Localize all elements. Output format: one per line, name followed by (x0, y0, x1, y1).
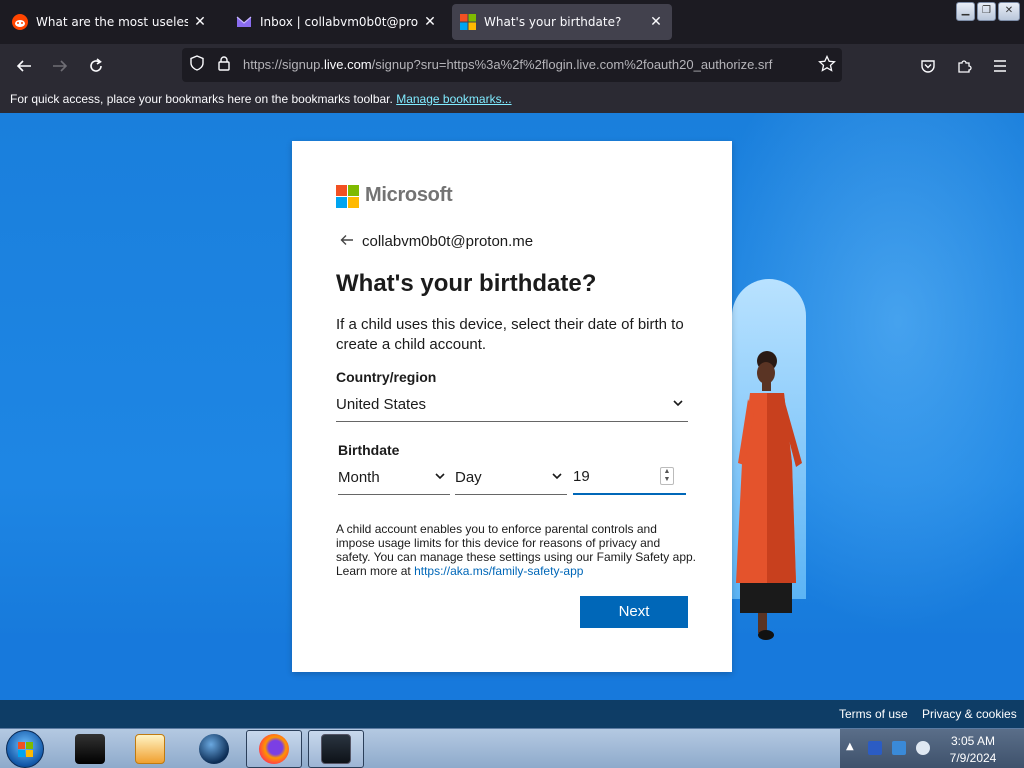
tab-title: What are the most useless / fun (36, 15, 188, 29)
bookmarks-toolbar: For quick access, place your bookmarks h… (0, 86, 1024, 113)
illustration-person (722, 343, 822, 643)
year-value: 19 (573, 468, 590, 485)
puzzle-icon (958, 60, 972, 73)
tray-volume-icon[interactable] (916, 741, 930, 755)
hamburger-menu-icon (994, 60, 1006, 72)
tab-proton-inbox[interactable]: Inbox | collabvm0b0t@proton.me ✕ (228, 4, 446, 40)
reload-icon (90, 58, 102, 72)
url-path: /signup?sru=https%3a%2f%2flogin.live.com… (371, 57, 773, 72)
navigation-toolbar: https://signup.live.com/signup?sru=https… (0, 44, 1024, 86)
close-tab-icon[interactable]: ✕ (422, 14, 438, 30)
url-domain: live.com (323, 57, 372, 72)
page-footer: Terms of use Privacy & cookies (0, 700, 1024, 728)
lock-icon[interactable] (215, 55, 233, 73)
country-label: Country/region (336, 369, 437, 385)
page-title: What's your birthdate? (336, 270, 597, 297)
proton-mail-icon (236, 14, 252, 30)
back-arrow-icon[interactable] (340, 233, 354, 250)
country-value: United States (336, 396, 427, 413)
privacy-cookies-link[interactable]: Privacy & cookies (922, 707, 1017, 721)
signup-page: Microsoft collabvm0b0t@proton.me What's … (0, 113, 1024, 728)
clock-time[interactable]: 3:05 AM (943, 734, 1003, 748)
brand-name: Microsoft (365, 184, 453, 206)
month-value: Month (338, 469, 380, 486)
globe-icon (199, 734, 229, 764)
bookmark-star-icon[interactable] (818, 54, 836, 73)
family-safety-link[interactable]: https://aka.ms/family-safety-app (414, 564, 583, 578)
tray-shield-icon[interactable] (868, 741, 882, 755)
chevron-down-icon (551, 470, 563, 485)
firefox-icon (259, 734, 289, 764)
taskbar-app-media-player[interactable] (122, 730, 178, 768)
microsoft-icon (460, 14, 476, 30)
tray-network-icon[interactable] (892, 741, 906, 755)
window-app-icon (321, 734, 351, 764)
close-tab-icon[interactable]: ✕ (648, 14, 664, 30)
month-select[interactable]: Month (338, 466, 450, 495)
tab-birthdate[interactable]: What's your birthdate? ✕ (452, 4, 672, 40)
forward-arrow-icon (53, 60, 68, 72)
minimize-button[interactable]: ▁ (956, 2, 975, 21)
clock-date[interactable]: 7/9/2024 (943, 751, 1003, 765)
tab-reddit[interactable]: What are the most useless / fun ✕ (4, 4, 216, 40)
system-tray: ▲ 3:05 AM 7/9/2024 (840, 729, 1024, 768)
back-arrow-icon (16, 60, 31, 72)
restore-button[interactable]: ❐ (977, 2, 996, 21)
pocket-icon (921, 60, 935, 73)
back-identity-row[interactable]: collabvm0b0t@proton.me (340, 233, 533, 250)
taskbar-app-terminal[interactable] (62, 730, 118, 768)
microsoft-logo-icon (336, 185, 359, 208)
country-select[interactable]: United States (336, 393, 688, 422)
media-player-icon (135, 734, 165, 764)
manage-bookmarks-link[interactable]: Manage bookmarks... (396, 92, 511, 106)
tab-bar: What are the most useless / fun ✕ Inbox … (0, 0, 1024, 44)
day-value: Day (455, 469, 482, 486)
day-select[interactable]: Day (455, 466, 567, 495)
forward-button[interactable] (46, 52, 74, 80)
start-button[interactable] (6, 730, 44, 768)
birthdate-label: Birthdate (338, 442, 400, 458)
tab-title: What's your birthdate? (484, 15, 622, 29)
tray-expand-icon[interactable]: ▲ (846, 741, 854, 752)
window-controls: ▁ ❐ ✕ (956, 2, 1020, 21)
taskbar-app-firefox[interactable] (246, 730, 302, 768)
terms-of-use-link[interactable]: Terms of use (839, 707, 908, 721)
menu-button[interactable] (986, 52, 1014, 80)
close-window-button[interactable]: ✕ (998, 2, 1020, 21)
year-spinner[interactable]: ▲ ▼ (660, 467, 674, 485)
account-email: collabvm0b0t@proton.me (362, 233, 534, 250)
page-description: If a child uses this device, select thei… (336, 316, 684, 353)
url-prefix: https://signup. (243, 57, 324, 72)
reddit-icon (12, 14, 28, 30)
back-button[interactable] (10, 52, 38, 80)
terminal-icon (75, 734, 105, 764)
next-button[interactable]: Next (580, 596, 688, 628)
bookmarks-hint: For quick access, place your bookmarks h… (10, 92, 393, 106)
chevron-down-icon (672, 397, 684, 412)
taskbar-app-globe[interactable] (186, 730, 242, 768)
taskbar-app-window[interactable] (308, 730, 364, 768)
url-text[interactable]: https://signup.live.com/signup?sru=https… (243, 57, 803, 72)
signup-card: Microsoft collabvm0b0t@proton.me What's … (292, 141, 732, 672)
tab-title: Inbox | collabvm0b0t@proton.me (260, 15, 418, 29)
child-account-notice: A child account enables you to enforce p… (336, 522, 696, 578)
address-bar[interactable]: https://signup.live.com/signup?sru=https… (182, 48, 842, 82)
pocket-button[interactable] (914, 52, 942, 80)
taskbar: ▲ 3:05 AM 7/9/2024 (0, 728, 1024, 768)
year-input[interactable]: 19 ▲ ▼ (573, 461, 686, 495)
close-tab-icon[interactable]: ✕ (192, 14, 208, 30)
chevron-down-icon (434, 470, 446, 485)
extensions-button[interactable] (950, 52, 978, 80)
reload-button[interactable] (82, 52, 110, 80)
shield-icon[interactable] (188, 55, 206, 73)
